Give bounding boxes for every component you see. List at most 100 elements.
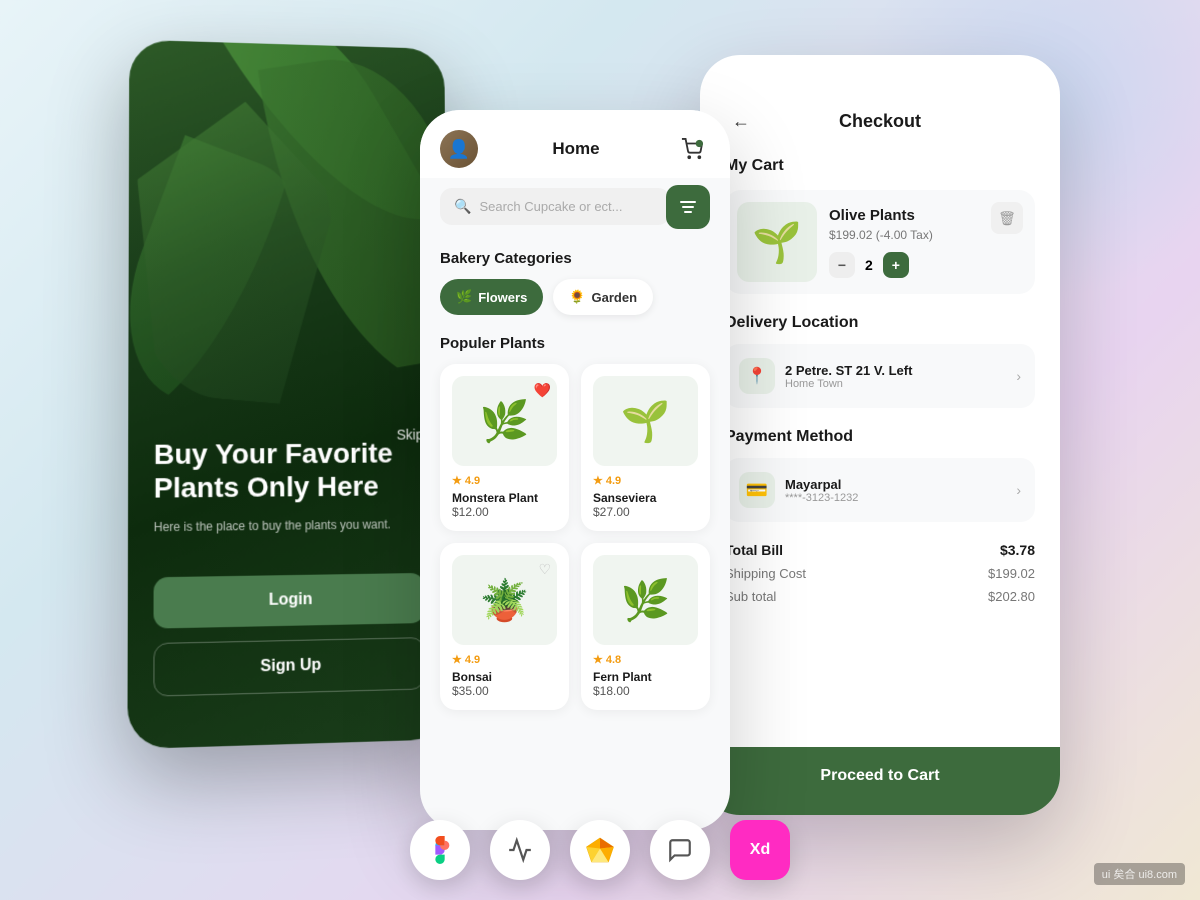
checkout-header: ← Checkout — [700, 55, 1060, 157]
delivery-row[interactable]: 📍 2 Petre. ST 21 V. Left Home Town › — [725, 344, 1035, 408]
chat-icon[interactable] — [650, 820, 710, 880]
total-value: $3.78 — [1000, 542, 1035, 558]
checkout-button-label: Proceed to Cart — [725, 767, 1035, 785]
login-screen: Skip Buy Your Favorite Plants Only Here … — [127, 40, 450, 750]
sanseviera-image: 🌱 — [593, 376, 698, 466]
category-garden[interactable]: 🌻 Garden — [553, 279, 653, 315]
payment-row[interactable]: 💳 Mayarpal ****-3123-1232 › — [725, 458, 1035, 522]
delivery-title: Delivery Location — [725, 314, 1035, 332]
qty-plus-button[interactable]: + — [883, 252, 909, 278]
chart-icon[interactable] — [490, 820, 550, 880]
bonsai-rating: ★ 4.9 — [452, 653, 557, 666]
home-title: Home — [552, 139, 599, 159]
subtotal-value: $202.80 — [988, 589, 1035, 604]
delivery-address-block: 2 Petre. ST 21 V. Left Home Town — [785, 363, 912, 390]
qty-minus-button[interactable]: − — [829, 252, 855, 278]
avatar[interactable]: 👤 — [440, 130, 478, 168]
plant-card-monstera[interactable]: 🌿 ❤️ ★ 4.9 Monstera Plant $12.00 — [440, 364, 569, 531]
delete-button[interactable]: 🗑 — [991, 202, 1023, 234]
cart-item: 🌱 Olive Plants $199.02 (-4.00 Tax) − 2 +… — [725, 190, 1035, 294]
figma-icon[interactable] — [410, 820, 470, 880]
item-info: Olive Plants $199.02 (-4.00 Tax) − 2 + — [829, 207, 979, 278]
login-button[interactable]: Login — [154, 573, 425, 629]
bonsai-name: Bonsai — [452, 670, 557, 684]
payment-name: Mayarpal — [785, 477, 858, 492]
popular-section: Populer Plants 🌿 ❤️ ★ 4.9 Monstera Plant… — [420, 325, 730, 720]
search-bar[interactable]: 🔍 Search Cupcake or ect... — [440, 188, 670, 225]
bottom-tools: Xd — [410, 820, 790, 880]
item-price: $199.02 (-4.00 Tax) — [829, 228, 979, 242]
adobe-xd-icon[interactable]: Xd — [730, 820, 790, 880]
categories-section: Bakery Categories 🌿 Flowers 🌻 Garden — [420, 235, 730, 325]
subtotal-row: Sub total $202.80 — [725, 589, 1035, 604]
plant-card-fern[interactable]: 🌿 ★ 4.8 Fern Plant $18.00 — [581, 543, 710, 710]
back-button[interactable]: ← — [725, 105, 757, 137]
payment-title: Payment Method — [725, 428, 1035, 446]
monstera-price: $12.00 — [452, 505, 557, 519]
heart-icon[interactable]: ❤️ — [534, 382, 551, 399]
total-label: Total Bill — [725, 542, 783, 558]
fern-rating: ★ 4.8 — [593, 653, 698, 666]
item-image: 🌱 — [737, 202, 817, 282]
search-placeholder: Search Cupcake or ect... — [479, 199, 622, 214]
shipping-label: Shipping Cost — [725, 566, 806, 581]
payment-number: ****-3123-1232 — [785, 492, 858, 504]
plants-grid-row1: 🌿 ❤️ ★ 4.9 Monstera Plant $12.00 🌱 ★ 4.9… — [440, 364, 710, 531]
signup-button[interactable]: Sign Up — [153, 637, 425, 697]
location-icon: 📍 — [739, 358, 775, 394]
fern-price: $18.00 — [593, 684, 698, 698]
star-icon: ★ — [593, 653, 603, 666]
categories-title: Bakery Categories — [440, 250, 710, 267]
popular-title: Populer Plants — [440, 335, 710, 352]
filter-icon — [678, 199, 698, 215]
category-flowers[interactable]: 🌿 Flowers — [440, 279, 543, 315]
monstera-name: Monstera Plant — [452, 491, 557, 505]
shipping-value: $199.02 — [988, 566, 1035, 581]
monstera-rating: ★ 4.9 — [452, 474, 557, 487]
qty-number: 2 — [865, 257, 873, 273]
subtotal-label: Sub total — [725, 589, 776, 604]
flowers-icon: 🌿 — [456, 289, 472, 305]
delivery-address: 2 Petre. ST 21 V. Left — [785, 363, 912, 378]
flowers-label: Flowers — [478, 290, 527, 305]
total-section: Total Bill $3.78 Shipping Cost $199.02 S… — [725, 542, 1035, 604]
star-icon: ★ — [452, 474, 462, 487]
plants-grid-row2: 🪴 ♡ ★ 4.9 Bonsai $35.00 🌿 ★ 4.8 Fern Pla… — [440, 543, 710, 710]
bonsai-price: $35.00 — [452, 684, 557, 698]
garden-label: Garden — [592, 290, 638, 305]
plant-card-sanseviera[interactable]: 🌱 ★ 4.9 Sanseviera $27.00 — [581, 364, 710, 531]
checkout-button[interactable]: Proceed to Cart — [700, 747, 1060, 815]
delivery-info: 📍 2 Petre. ST 21 V. Left Home Town — [739, 358, 912, 394]
checkout-title: Checkout — [839, 111, 921, 132]
payment-icon: 💳 — [739, 472, 775, 508]
login-subtitle: Here is the place to buy the plants you … — [154, 515, 424, 536]
payment-details: Mayarpal ****-3123-1232 — [785, 477, 858, 504]
star-icon: ★ — [452, 653, 462, 666]
total-bill-row: Total Bill $3.78 — [725, 542, 1035, 558]
payment-info: 💳 Mayarpal ****-3123-1232 — [739, 472, 858, 508]
search-row: 🔍 Search Cupcake or ect... — [420, 178, 730, 235]
home-header: 👤 Home — [420, 110, 730, 178]
heart-outline-icon[interactable]: ♡ — [538, 561, 551, 578]
filter-button[interactable] — [666, 185, 710, 229]
star-icon: ★ — [593, 474, 603, 487]
shipping-row: Shipping Cost $199.02 — [725, 566, 1035, 581]
chevron-right-icon-2: › — [1016, 482, 1021, 498]
login-title: Buy Your Favorite Plants Only Here — [154, 436, 424, 505]
sanseviera-price: $27.00 — [593, 505, 698, 519]
quantity-controls: − 2 + — [829, 252, 979, 278]
garden-icon: 🌻 — [569, 289, 585, 305]
checkout-screen: ← Checkout My Cart 🌱 Olive Plants $199.0… — [700, 55, 1060, 815]
plant-card-bonsai[interactable]: 🪴 ♡ ★ 4.9 Bonsai $35.00 — [440, 543, 569, 710]
search-icon: 🔍 — [454, 198, 471, 215]
cart-section-title: My Cart — [725, 157, 1035, 175]
monstera-image: 🌿 ❤️ — [452, 376, 557, 466]
home-screen: 👤 Home 🔍 Search Cupcake or ect... Bakery… — [420, 110, 730, 830]
checkout-body: My Cart 🌱 Olive Plants $199.02 (-4.00 Ta… — [700, 157, 1060, 604]
chevron-right-icon: › — [1016, 368, 1021, 384]
sketch-icon[interactable] — [570, 820, 630, 880]
delivery-city: Home Town — [785, 378, 912, 390]
sanseviera-rating: ★ 4.9 — [593, 474, 698, 487]
cart-button[interactable] — [674, 131, 710, 167]
fern-name: Fern Plant — [593, 670, 698, 684]
